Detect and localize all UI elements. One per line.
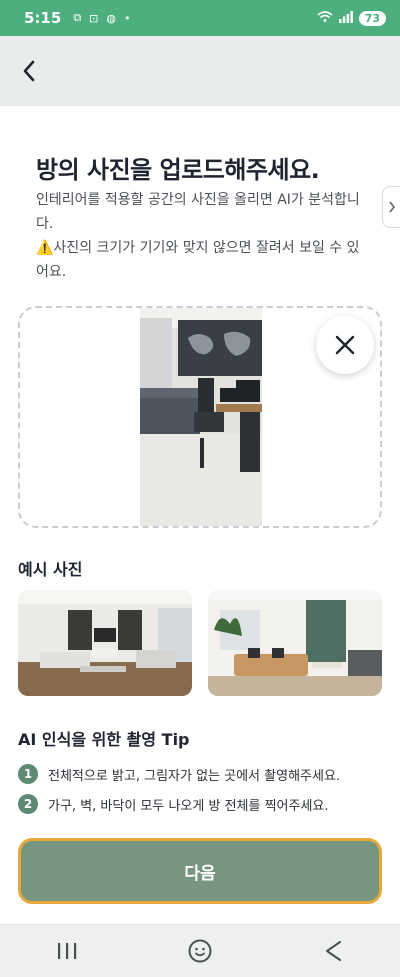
example-photo-1 [18, 590, 192, 696]
dot-icon: • [124, 11, 131, 25]
next-button[interactable]: 다음 [18, 838, 382, 904]
tip-text: 가구, 벽, 바닥이 모두 나오게 방 전체를 찍어주세요. [48, 798, 329, 814]
edge-panel-handle[interactable] [382, 186, 400, 228]
home-icon [188, 939, 212, 963]
home-button[interactable] [170, 931, 230, 971]
uploaded-room-photo [140, 308, 262, 526]
back-icon [326, 941, 342, 961]
tip-number-badge: 2 [18, 794, 38, 814]
back-button[interactable] [14, 56, 44, 86]
tip-text: 전체적으로 밝고, 그림자가 없는 곳에서 촬영해주세요. [48, 768, 341, 784]
recent-apps-icon [57, 943, 76, 959]
examples-title: 예시 사진 [18, 560, 83, 579]
nav-back-button[interactable] [303, 931, 363, 971]
scan-icon: ⊡ [89, 11, 99, 25]
recent-apps-button[interactable] [37, 931, 97, 971]
tips-title: AI 인식을 위한 촬영 Tip [18, 730, 190, 749]
page-title: 방의 사진을 업로드해주세요. [36, 156, 320, 184]
tip-item: 1 전체적으로 밝고, 그림자가 없는 곳에서 촬영해주세요. [18, 764, 340, 784]
photo-upload-area[interactable] [18, 306, 382, 528]
tip-number-badge: 1 [18, 764, 38, 784]
app-bar [0, 36, 400, 106]
chat-icon: ◍ [106, 11, 116, 25]
screen-record-icon: ⧉ [73, 11, 82, 24]
remove-photo-button[interactable] [316, 316, 374, 374]
battery-indicator: 73 [358, 10, 386, 26]
system-nav-bar [0, 924, 400, 977]
description-line: 인테리어를 적용할 공간의 사진을 올리면 AI가 분석합니다. [36, 192, 360, 232]
wifi-icon [317, 10, 333, 26]
status-bar: 5:15 ⧉ ⊡ ◍ • 73 [0, 0, 400, 36]
chevron-right-icon [388, 201, 395, 213]
page-description: 인테리어를 적용할 공간의 사진을 올리면 AI가 분석합니다. ⚠️사진의 크… [36, 188, 366, 284]
close-icon [335, 335, 355, 355]
tip-item: 2 가구, 벽, 바닥이 모두 나오게 방 전체를 찍어주세요. [18, 794, 329, 814]
chevron-left-icon [23, 60, 35, 82]
status-time: 5:15 [24, 9, 62, 27]
warning-line: ⚠️사진의 크기가 기기와 맞지 않으면 잘려서 보일 수 있어요. [36, 240, 360, 280]
example-photo-2 [208, 590, 382, 696]
signal-icon [338, 10, 353, 26]
